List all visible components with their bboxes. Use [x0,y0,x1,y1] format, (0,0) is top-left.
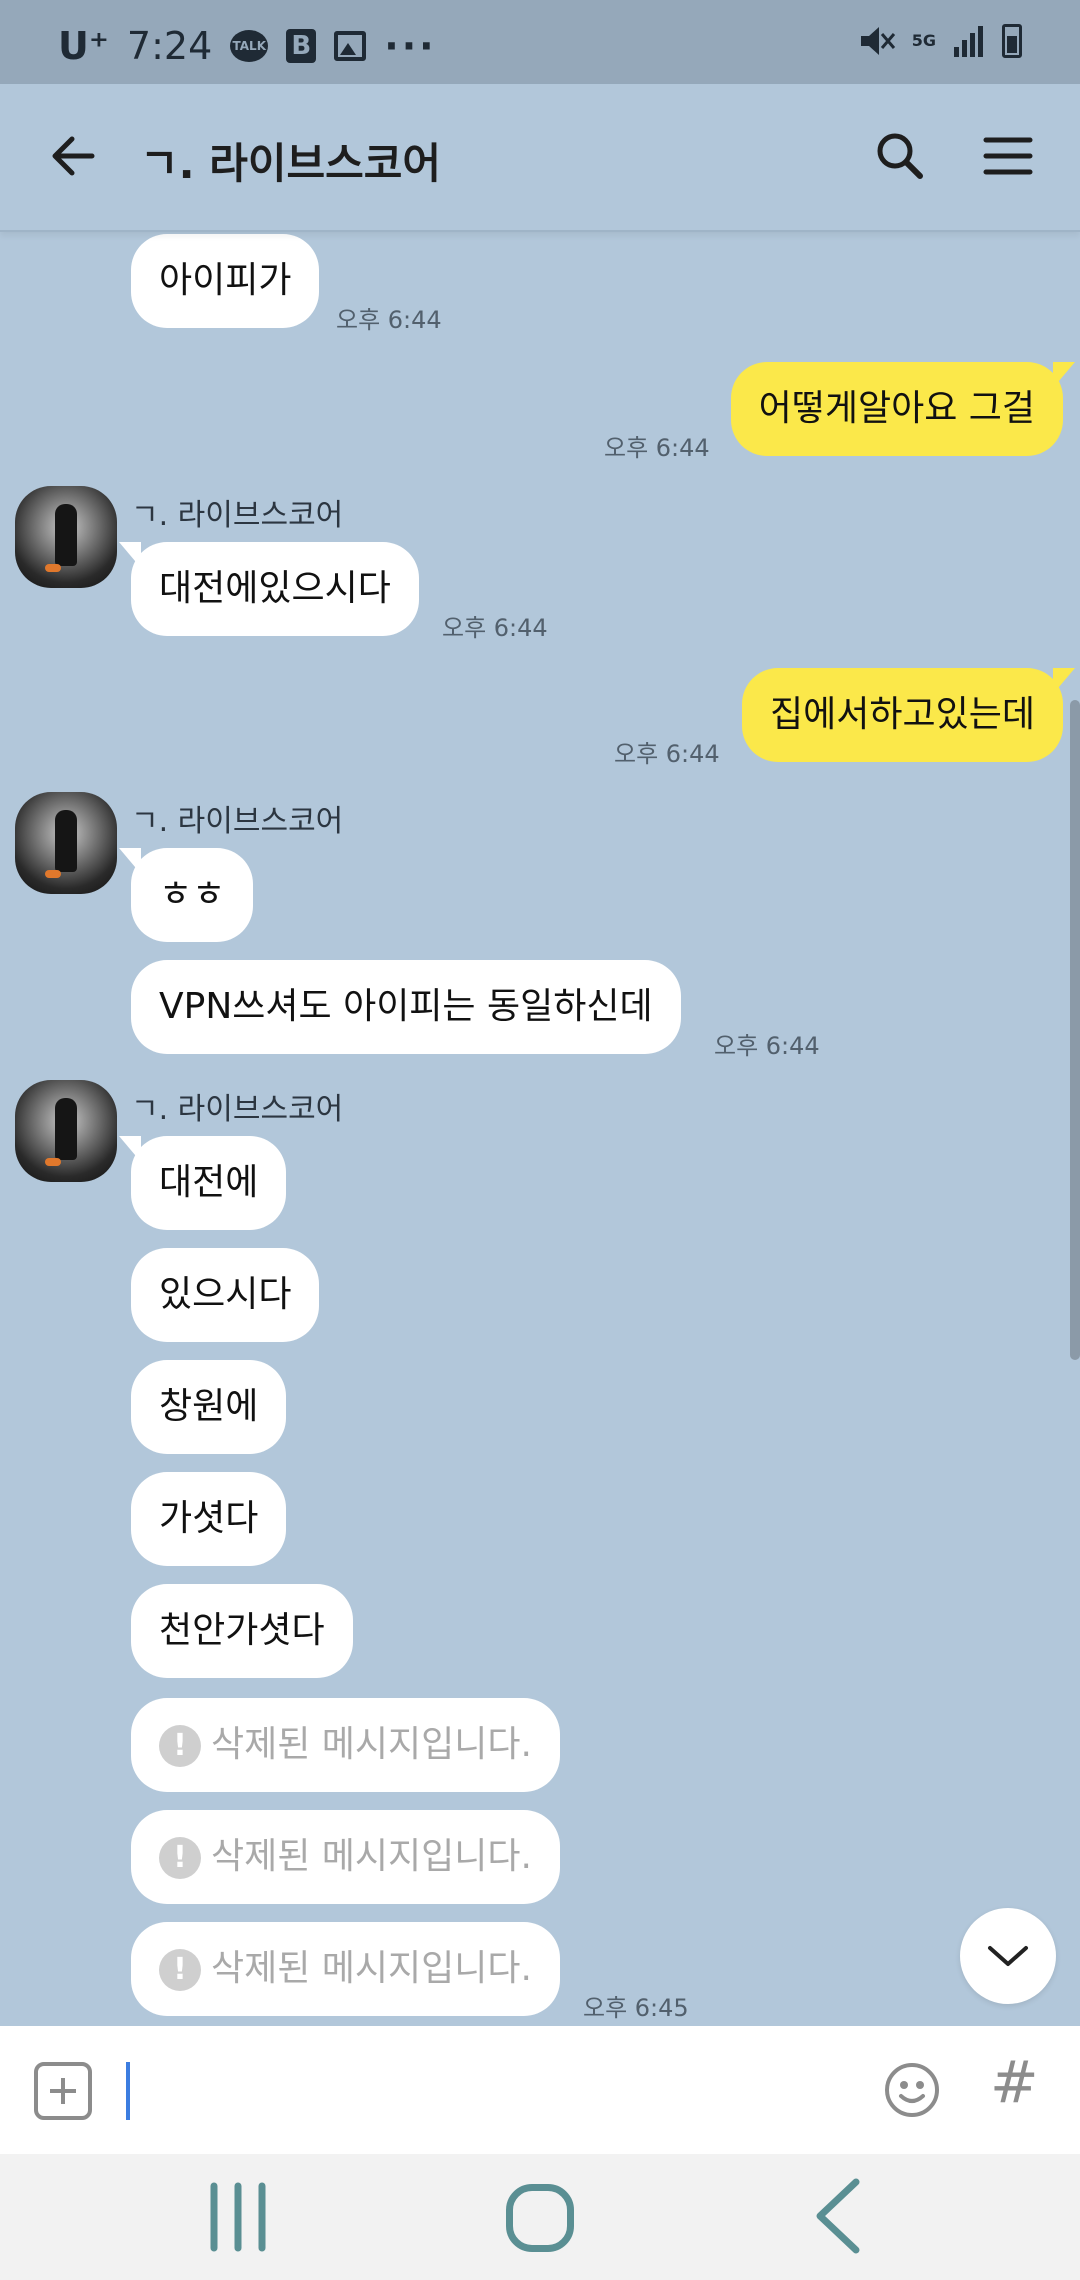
deleted-message-text: 삭제된 메시지입니다. [211,1836,532,1877]
deleted-message-bubble[interactable]: ! 삭제된 메시지입니다. [131,1810,560,1904]
deleted-message-text: 삭제된 메시지입니다. [211,1724,532,1765]
clock: 7:24 [126,24,213,68]
message-time: 오후 6:45 [583,1994,689,2022]
message-bubble-incoming[interactable]: ㅎㅎ [118,848,254,942]
attach-plus-icon[interactable] [34,2062,92,2120]
kakaotalk-notification-icon: TALK [230,30,269,62]
chevron-down-icon [988,1946,1028,1966]
sender-avatar[interactable] [15,486,117,588]
message-bubble-incoming[interactable]: 대전에있으시다 [119,542,419,636]
message-bubble-incoming[interactable]: 아이피가 [131,234,320,328]
hamburger-menu-icon[interactable] [978,126,1038,186]
deleted-message-bubble[interactable]: ! 삭제된 메시지입니다. [131,1922,560,2016]
message-bubble-incoming[interactable]: 있으시다 [131,1248,320,1342]
battery-icon [1002,24,1022,58]
scroll-to-bottom-button[interactable] [960,1908,1056,2004]
exclamation-icon: ! [159,1725,201,1767]
scrollbar[interactable] [1070,700,1080,1360]
sender-avatar[interactable] [15,1080,117,1182]
sender-name: ㄱ. 라이브스코어 [131,1092,344,1127]
recent-apps-icon[interactable] [206,2182,270,2252]
home-icon[interactable] [506,2184,574,2252]
carrier-label: U⁺ [58,24,109,68]
system-back-icon[interactable] [808,2176,868,2256]
b-app-notification-icon: B [286,29,317,63]
message-bubble-incoming[interactable]: 가셧다 [131,1472,287,1566]
message-time: 오후 6:44 [604,434,710,462]
exclamation-icon: ! [159,1949,201,1991]
deleted-message-bubble[interactable]: ! 삭제된 메시지입니다. [131,1698,560,1792]
status-right: 5G [858,24,1022,58]
sender-name: ㄱ. 라이브스코어 [131,804,344,839]
sender-name: ㄱ. 라이브스코어 [131,498,344,533]
chat-header: ㄱ. 라이브스코어 [0,84,1080,232]
message-time: 오후 6:44 [614,740,720,768]
search-icon[interactable] [870,126,930,186]
mute-icon [860,27,895,55]
message-time: 오후 6:44 [442,614,548,642]
message-time: 오후 6:44 [714,1032,820,1060]
status-bar: U⁺ 7:24 TALK B ··· 5G [0,0,1080,84]
back-arrow-icon[interactable] [44,126,104,186]
signal-icon [954,26,983,57]
message-input-bar: # [0,2026,1080,2154]
text-cursor [126,2062,130,2120]
gallery-notification-icon [334,31,367,61]
chat-message-list[interactable]: 아이피가 오후 6:44 어떻게알아요 그걸 오후 6:44 ㄱ. 라이브스코어… [0,232,1080,2026]
network-5g-icon: 5G [911,31,936,50]
system-navigation-bar [0,2154,1080,2280]
deleted-message-text: 삭제된 메시지입니다. [211,1948,532,1989]
status-left: U⁺ 7:24 TALK B ··· [58,24,437,68]
hashtag-search-button[interactable]: # [990,2048,1039,2116]
message-bubble-outgoing[interactable]: 어떻게알아요 그걸 [730,362,1076,456]
message-bubble-incoming[interactable]: 창원에 [131,1360,287,1454]
message-bubble-incoming[interactable]: 대전에 [118,1136,287,1230]
chat-title: ㄱ. 라이브스코어 [140,139,442,188]
message-bubble-outgoing[interactable]: 집에서하고있는데 [742,668,1075,762]
exclamation-icon: ! [159,1837,201,1879]
message-time: 오후 6:44 [336,306,442,334]
message-input[interactable] [118,2056,858,2124]
sender-avatar[interactable] [15,792,117,894]
emoticon-icon[interactable] [882,2060,942,2120]
more-notifications-icon: ··· [384,24,437,68]
message-bubble-incoming[interactable]: 천안가셧다 [131,1584,353,1678]
message-bubble-incoming[interactable]: VPN쓰셔도 아이피는 동일하신데 [131,960,681,1054]
